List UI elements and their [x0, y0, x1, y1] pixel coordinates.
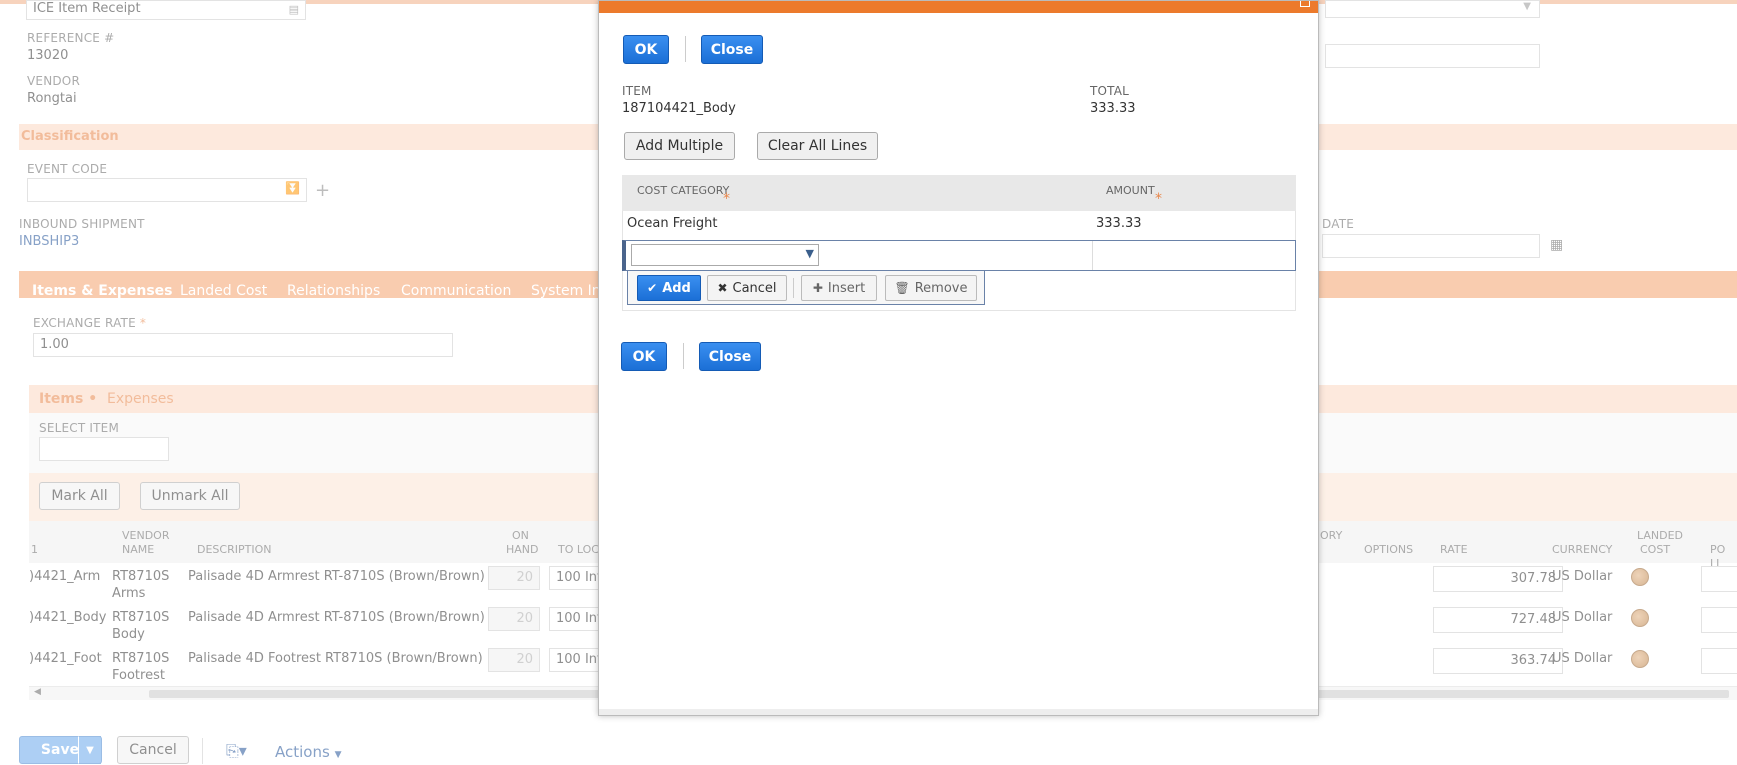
check-icon: ✔ [647, 281, 658, 295]
add-line-button[interactable]: ✔ Add [637, 275, 701, 301]
total-label: TOTAL [1090, 84, 1130, 98]
dialog-footer [599, 709, 1318, 715]
close-icon: ✖ [717, 281, 728, 295]
dialog-close-icon[interactable] [1300, 1, 1310, 7]
add-line-label: Add [662, 280, 691, 296]
divider [683, 343, 684, 369]
col-amount: AMOUNT [1106, 184, 1155, 197]
col-cost-category: COST CATEGORY [637, 184, 730, 197]
required-marker: * [723, 191, 730, 207]
insert-line-label: Insert [827, 280, 866, 296]
required-marker: * [1155, 191, 1162, 207]
close-button-bottom[interactable]: Close [699, 342, 761, 371]
total-value: 333.33 [1090, 101, 1136, 116]
ok-button-bottom[interactable]: OK [621, 342, 667, 371]
divider [793, 278, 794, 298]
cancel-line-label: Cancel [732, 280, 777, 296]
insert-line-button[interactable]: ✚ Insert [801, 275, 877, 301]
item-label: ITEM [622, 84, 652, 98]
cost-category-select[interactable]: ▼ [631, 244, 819, 266]
add-multiple-button[interactable]: Add Multiple [624, 132, 735, 160]
trash-icon: 🗑 [894, 281, 910, 295]
dialog-header-bar [599, 1, 1318, 13]
divider [1092, 241, 1093, 270]
cancel-line-button[interactable]: ✖ Cancel [707, 275, 787, 301]
plus-icon: ✚ [812, 281, 823, 295]
ok-button-top[interactable]: OK [623, 35, 669, 64]
row-cost-category: Ocean Freight [627, 216, 718, 231]
divider [685, 36, 686, 62]
chevron-down-icon: ▼ [805, 247, 814, 260]
item-value: 187104421_Body [622, 101, 736, 116]
remove-line-button[interactable]: 🗑 Remove [885, 275, 977, 301]
amount-input[interactable] [1096, 244, 1292, 266]
close-button-top[interactable]: Close [701, 35, 763, 64]
row-amount: 333.33 [1096, 216, 1142, 231]
clear-all-lines-button[interactable]: Clear All Lines [757, 132, 878, 160]
cost-allocation-dialog: OK Close ITEM 187104421_Body TOTAL 333.3… [598, 0, 1319, 716]
remove-line-label: Remove [914, 280, 968, 296]
